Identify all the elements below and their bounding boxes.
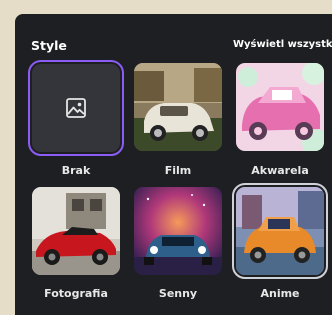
fotografia-thumbnail-image [32,187,120,275]
style-label-senny: Senny [158,287,198,300]
film-thumbnail-image [134,63,222,151]
style-header: Style Wyświetl wszystko [31,38,332,56]
style-option-film[interactable] [134,63,222,151]
akwarela-thumbnail-image [236,63,324,151]
style-panel: Style Wyświetl wszystko Brak Film Akware… [15,14,332,315]
anime-thumbnail-image [236,187,324,275]
style-label-fotografia: Fotografia [44,287,108,300]
style-option-akwarela[interactable] [236,63,324,151]
style-option-anime[interactable] [232,183,328,279]
style-option-brak[interactable] [28,60,124,156]
view-all-link[interactable]: Wyświetl wszystko [233,39,332,50]
style-label-anime: Anime [260,287,300,300]
style-label-akwarela: Akwarela [251,164,309,177]
section-title: Style [31,38,67,53]
senny-thumbnail-image [134,187,222,275]
image-icon [65,97,87,119]
style-option-senny[interactable] [134,187,222,275]
style-label-brak: Brak [61,164,91,177]
style-option-fotografia[interactable] [32,187,120,275]
style-label-film: Film [164,164,192,177]
